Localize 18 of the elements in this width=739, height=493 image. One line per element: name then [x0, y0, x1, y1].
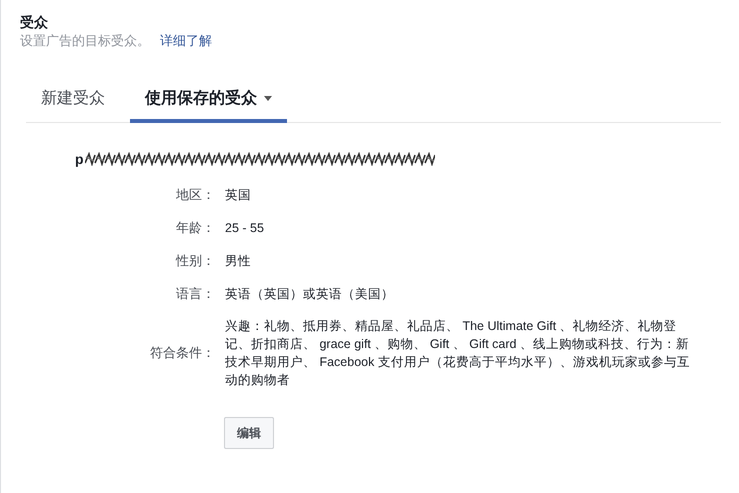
learn-more-link[interactable]: 详细了解 [160, 32, 212, 50]
section-title: 受众 [20, 13, 49, 32]
field-value: 兴趣：礼物、抵用券、精品屋、礼品店、 The Ultimate Gift 、礼物经济、礼物登记、折扣商店、 grace gift 、购物、 Gift 、 Gift card 、线上购物或科技、行为：新技术早期用户、 Facebook 支付用户（花费高于平均水平）、游戏机玩家或参与互动的购物者 [225, 318, 691, 389]
field-value: 25 - 55 [225, 220, 265, 237]
field-value: 英国 [225, 187, 252, 204]
section-description: 设置广告的目标受众。 [20, 32, 150, 50]
field-value: 男性 [225, 253, 252, 270]
field-label: 地区： [175, 186, 215, 204]
caret-icon [264, 96, 272, 101]
field-label: 性别： [174, 252, 215, 270]
edit-button[interactable]: 编辑 [224, 417, 274, 449]
field-label: 符合条件： [149, 344, 215, 362]
field-value: 英语（英国）或英语（美国） [225, 286, 395, 303]
field-label: 语言： [175, 285, 215, 303]
tab[interactable]: 新建受众 [26, 80, 120, 123]
audience-name: p [75, 151, 84, 167]
field-label: 年龄： [175, 219, 215, 237]
tab[interactable]: 使用保存的受众 [130, 80, 287, 123]
